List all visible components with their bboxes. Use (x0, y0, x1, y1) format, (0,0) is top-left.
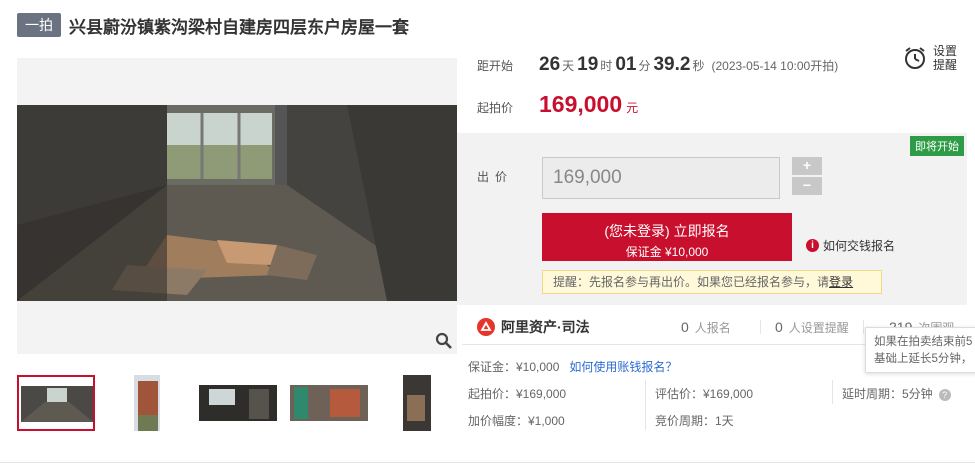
register-deposit: 保证金 ¥10,000 (625, 244, 709, 259)
divider (760, 320, 761, 334)
main-image-viewer[interactable] (17, 58, 457, 354)
help-icon[interactable]: ? (938, 388, 951, 401)
reminder-number: 0 (775, 319, 783, 335)
thumbnail[interactable] (108, 375, 186, 431)
start-price-row: 起拍价 169,000 元 (477, 91, 638, 118)
auction-round-badge: 一拍 (17, 13, 61, 37)
hours-unit: 时 (600, 59, 613, 73)
info-icon: i (806, 239, 819, 252)
appraisal-price: 评估价：¥169,000 (655, 387, 754, 401)
login-link[interactable]: 登录 (829, 275, 853, 289)
reminder-label: 人设置提醒 (788, 321, 849, 335)
divider (832, 380, 833, 404)
reminder-count: 0 人设置提醒 (775, 319, 849, 336)
register-button[interactable]: (您未登录) 立即报名 保证金 ¥10,000 (542, 213, 792, 261)
how-to-pay-label: 如何交钱报名 (823, 239, 896, 253)
signup-number: 0 (681, 319, 689, 335)
thumbnail-strip (17, 375, 459, 431)
delay-tooltip: 如果在拍卖结束前5 基础上延长5分钟， (865, 327, 975, 373)
tip-text: 提醒：先报名参与再出价。如果您已经报名参与，请 (553, 275, 830, 289)
start-price-label: 起拍价 (477, 101, 514, 115)
bid-label: 出价 (477, 170, 514, 184)
set-reminder-button[interactable]: 设置 提醒 (903, 44, 957, 72)
thumbnail[interactable] (17, 375, 95, 431)
tooltip-line1: 如果在拍卖结束前5 (874, 336, 973, 348)
delay-period: 延时周期：5分钟? (842, 385, 951, 402)
reminder-text: 设置 提醒 (933, 44, 957, 72)
days-unit: 天 (562, 59, 575, 73)
deposit-help-link[interactable]: 如何使用账钱报名？ (569, 360, 677, 374)
deposit-text: 保证金：¥10,000 (468, 360, 560, 374)
tooltip-line2: 基础上延长5分钟， (874, 353, 973, 365)
divider (645, 380, 646, 430)
reminder-line1: 设置 (933, 44, 958, 58)
countdown-days: 26 (539, 54, 561, 75)
divider (0, 462, 975, 463)
deposit-info: 保证金：¥10,000 如何使用账钱报名？ (468, 358, 677, 375)
main-photo (17, 105, 457, 301)
price-unit: 元 (626, 101, 639, 115)
start-time-note: (2023-05-14 10:00开拍) (711, 59, 839, 73)
status-badge: 即将开始 (910, 136, 964, 156)
increase-bid-button[interactable]: + (792, 157, 822, 175)
login-tip: 提醒：先报名参与再出价。如果您已经报名参与，请登录 (542, 270, 882, 294)
countdown-row: 距开始 26 天 19 时 01 分 39.2 秒 (2023-05-14 10… (477, 54, 838, 76)
minutes-unit: 分 (638, 59, 651, 73)
countdown-seconds: 39.2 (653, 54, 691, 75)
signup-label: 人报名 (694, 321, 731, 335)
zoom-icon[interactable] (435, 332, 453, 350)
ali-logo-icon (477, 318, 495, 336)
countdown-label: 距开始 (477, 59, 514, 73)
delay-text: 延时周期：5分钟 (842, 387, 933, 401)
start-price-value: 169,000 (539, 91, 623, 117)
thumbnail[interactable] (381, 375, 459, 431)
thumbnail[interactable] (290, 375, 368, 431)
title-row: 一拍 兴县蔚汾镇紫沟梁村自建房四层东户房屋一套 (17, 13, 409, 37)
thumbnail[interactable] (199, 375, 277, 431)
signup-count: 0 人报名 (681, 319, 731, 336)
register-label: (您未登录) 立即报名 (604, 222, 730, 239)
start-price-detail: 起拍价：¥169,000 (468, 387, 567, 401)
ali-assets-logo: 阿里资产·司法 (477, 317, 590, 337)
divider (863, 320, 864, 334)
bid-amount-input[interactable]: 169,000 (542, 157, 780, 199)
decrease-bid-button[interactable]: − (792, 177, 822, 195)
bid-increment: 加价幅度：¥1,000 (468, 414, 565, 428)
page-title: 兴县蔚汾镇紫沟梁村自建房四层东户房屋一套 (69, 17, 409, 37)
how-to-pay-link[interactable]: i 如何交钱报名 (806, 237, 895, 254)
countdown-minutes: 01 (615, 54, 637, 75)
logo-text: 阿里资产·司法 (501, 319, 590, 335)
countdown-hours: 19 (577, 54, 599, 75)
bid-cycle: 竞价周期：1天 (655, 414, 734, 428)
bid-panel: 即将开始 出价 169,000 + − (您未登录) 立即报名 保证金 ¥10,… (457, 133, 967, 305)
alarm-clock-icon (905, 47, 925, 69)
seconds-unit: 秒 (692, 59, 705, 73)
reminder-line2: 提醒 (933, 58, 958, 72)
